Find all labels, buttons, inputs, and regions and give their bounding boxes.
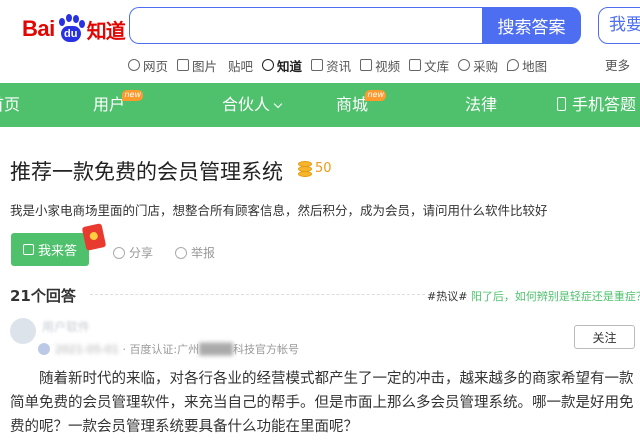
search-icon [128, 59, 140, 71]
reward-value: 50 [315, 161, 332, 176]
chevron-down-icon [273, 99, 283, 109]
paw-icon: du [56, 14, 86, 44]
answer-body: 随着新时代的来临，对各行各业的经营模式都产生了一定的冲击，越来越多的商家希望有一… [10, 371, 634, 435]
phone-icon [557, 97, 566, 111]
nav-item-tieba[interactable]: 贴吧 [228, 56, 253, 75]
new-badge: new [122, 90, 144, 101]
answer-button[interactable]: 我来答 [11, 233, 89, 266]
question-icon [262, 59, 275, 71]
header: Bai du 知道 搜索答案 我要 网页 图片 贴吧 知道 资讯 视频 文库 采… [0, 0, 640, 83]
nav-item-purchase[interactable]: 采购 [458, 56, 498, 75]
nav-item-images[interactable]: 图片 [177, 56, 217, 75]
share-icon [113, 246, 125, 259]
avatar[interactable] [10, 318, 36, 344]
org-label: 科技官方帐号 [233, 343, 299, 356]
baidu-zhidao-logo[interactable]: Bai du 知道 [22, 12, 126, 46]
main-menu-bar: 首页 用户new 合伙人 商城new 法律 手机答题 [0, 83, 640, 127]
answer-date: 2021-05-01 [55, 343, 119, 356]
hot-topic[interactable]: #热议# 阳了后，如何辨别是轻症还是重症？ [427, 288, 640, 304]
menu-mall[interactable]: 商城 new [336, 83, 387, 127]
hot-topic-link[interactable]: 阳了后，如何辨别是轻症还是重症？ [471, 290, 640, 303]
nav-item-map[interactable]: 地图 [507, 56, 547, 75]
nav-item-news[interactable]: 资讯 [311, 56, 351, 75]
share-button[interactable]: 分享 [113, 244, 153, 261]
nav-item-wenku[interactable]: 文库 [409, 56, 449, 75]
search-button[interactable]: 搜索答案 [482, 7, 581, 44]
report-icon [175, 246, 187, 259]
verified-icon [38, 343, 50, 355]
logo-bai-text: Bai [22, 16, 55, 41]
news-icon [311, 59, 324, 71]
menu-home[interactable]: 首页 [0, 83, 20, 127]
menu-law[interactable]: 法律 [465, 83, 497, 127]
divider [90, 294, 425, 295]
i-want-answer-button[interactable]: 我要 [598, 7, 640, 44]
search-input[interactable] [129, 7, 483, 44]
follow-button[interactable]: 关注 [574, 325, 635, 349]
nav-item-video[interactable]: 视频 [360, 56, 400, 75]
video-icon [360, 59, 373, 71]
nav-more[interactable]: 更多 [605, 55, 630, 74]
author-name[interactable]: 用户软件 [42, 318, 90, 335]
verify-label: 百度认证:广州 [129, 343, 200, 356]
edit-icon [22, 244, 34, 255]
purchase-icon [458, 59, 471, 71]
doc-icon [409, 59, 422, 71]
new-badge: new [365, 90, 387, 101]
blurred-org-part: ████ [199, 343, 233, 356]
answer-meta: 2021-05-01 · 百度认证:广州████科技官方帐号 [55, 343, 299, 356]
menu-mobile-answer[interactable]: 手机答题 [557, 83, 636, 127]
hot-tag: #热议# [427, 290, 468, 303]
question-description: 我是小家电商场里面的门店，想整合所有顾客信息，然后积分，成为会员，请问用什么软件… [10, 203, 548, 218]
logo-zhidao-text: 知道 [86, 18, 126, 43]
image-icon [177, 59, 190, 71]
nav-item-zhidao[interactable]: 知道 [262, 56, 302, 75]
coin-icon [298, 161, 312, 177]
search-category-nav: 网页 图片 贴吧 知道 资讯 视频 文库 采购 地图 [128, 55, 556, 75]
logo-du-text: du [60, 26, 81, 42]
red-packet-icon [81, 223, 107, 251]
map-icon [507, 59, 520, 71]
menu-partner[interactable]: 合伙人 [222, 83, 283, 127]
question-title: 推荐一款免费的会员管理系统 [10, 160, 283, 184]
nav-item-web[interactable]: 网页 [128, 56, 168, 75]
answer-count: 21个回答 [10, 287, 76, 305]
report-button[interactable]: 举报 [175, 244, 215, 261]
menu-user[interactable]: 用户 new [93, 83, 144, 127]
